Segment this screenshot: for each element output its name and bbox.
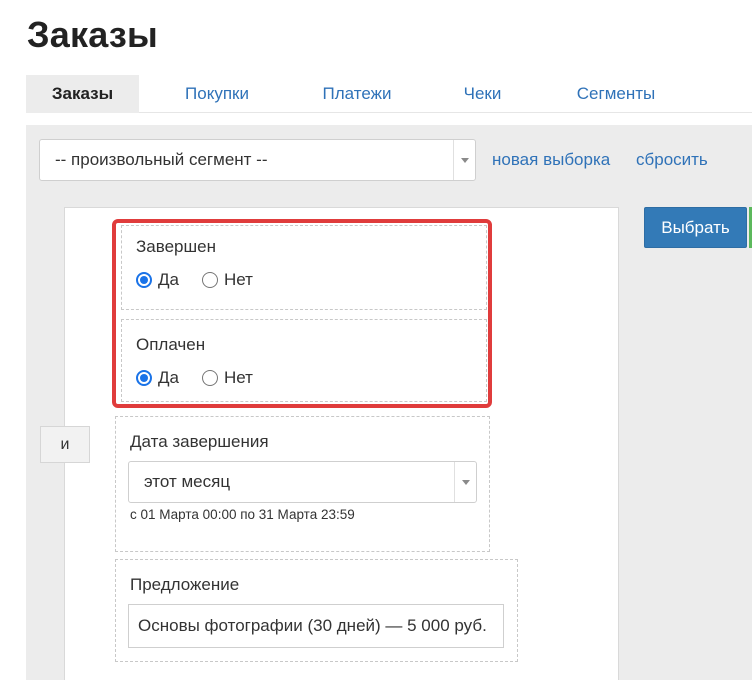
new-selection-link[interactable]: новая выборка [492,150,610,170]
logic-operator-and[interactable]: и [40,426,90,463]
offer-field[interactable]: Основы фотографии (30 дней) — 5 000 руб. [128,604,504,648]
completion-date-select-toggle[interactable] [454,462,476,502]
segment-select-toggle[interactable] [453,140,475,180]
highlight-frame [112,219,492,408]
condition-completion-date-title: Дата завершения [130,432,269,451]
page-title: Заказы [27,14,158,55]
offer-field-value: Основы фотографии (30 дней) — 5 000 руб. [138,616,487,635]
tab-segments[interactable]: Сегменты [556,75,676,113]
tab-purchases[interactable]: Покупки [164,75,270,113]
tab-orders[interactable]: Заказы [26,75,139,113]
completion-date-select-value: этот месяц [144,472,231,491]
tab-receipts[interactable]: Чеки [445,75,520,113]
completion-date-range: с 01 Марта 00:00 по 31 Марта 23:59 [130,507,355,522]
reset-link[interactable]: сбросить [636,150,708,170]
chevron-down-icon [460,158,469,163]
segment-select-value: -- произвольный сегмент -- [55,150,268,169]
tabs-bar: Заказы Покупки Платежи Чеки Сегменты [26,75,752,113]
completion-date-select[interactable]: этот месяц [128,461,477,503]
condition-completion-date: Дата завершения этот месяц с 01 Марта 00… [115,416,490,552]
condition-offer-title: Предложение [130,575,240,594]
chevron-down-icon [461,480,470,485]
tab-payments[interactable]: Платежи [304,75,410,113]
segment-select[interactable]: -- произвольный сегмент -- [39,139,476,181]
select-button[interactable]: Выбрать [644,207,747,248]
condition-offer: Предложение Основы фотографии (30 дней) … [115,559,518,662]
